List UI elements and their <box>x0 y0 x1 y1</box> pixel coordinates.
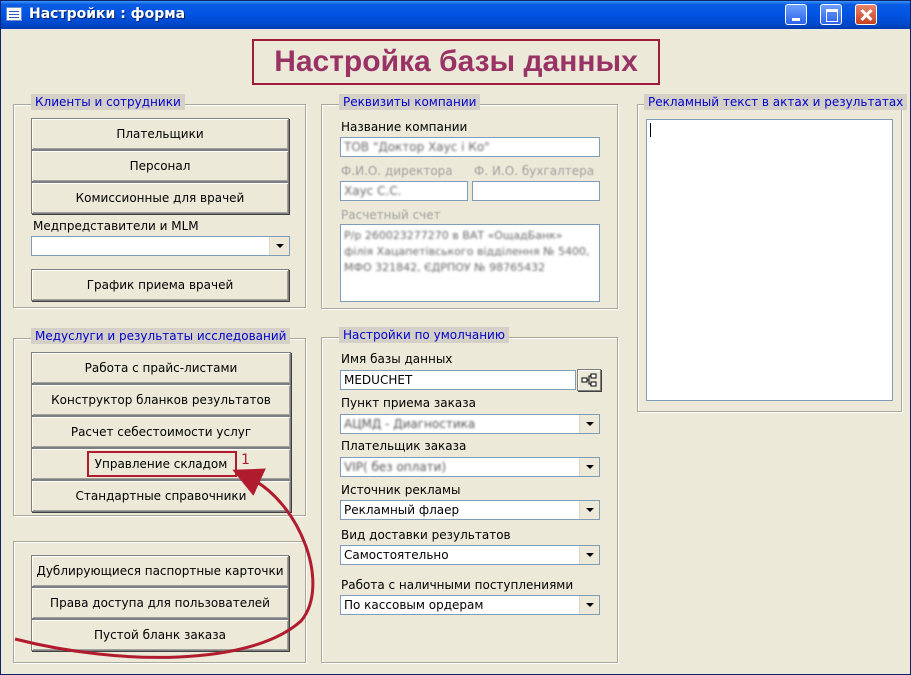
annotation-number: 1 <box>241 452 250 468</box>
payer-value: VIP( без оплати) <box>344 460 447 474</box>
ad-text-group-title: Рекламный текст в актах и результатах <box>644 94 908 110</box>
chevron-down-icon[interactable] <box>579 596 599 614</box>
ad-source-label: Источник рекламы <box>341 483 461 497</box>
delivery-label: Вид доставки результатов <box>341 528 511 542</box>
db-name-value: MEDUCHET <box>344 373 413 387</box>
director-label: Ф.И.О. директора <box>341 164 453 178</box>
page-heading: Настройка базы данных <box>274 45 638 78</box>
tree-icon <box>581 373 597 387</box>
ad-source-select[interactable]: Рекламный флаер <box>340 500 600 520</box>
form-icon[interactable] <box>6 7 22 21</box>
account-label: Расчетный счет <box>341 208 441 222</box>
db-name-field[interactable]: MEDUCHET <box>340 370 576 390</box>
defaults-group-title: Настройки по умолчанию <box>339 327 509 343</box>
doctor-commissions-button[interactable]: Комиссионные для врачей <box>31 182 289 214</box>
cash-value: По кассовым ордерам <box>344 598 484 612</box>
db-builder-button[interactable] <box>577 369 601 391</box>
staff-button[interactable]: Персонал <box>31 150 289 182</box>
company-name-field[interactable]: ТОВ "Доктор Хаус і Ко" <box>340 137 600 157</box>
doctor-schedule-button[interactable]: График приема врачей <box>31 269 289 301</box>
payer-label: Плательщик заказа <box>341 439 467 453</box>
company-name-value: ТОВ "Доктор Хаус і Ко" <box>344 140 490 154</box>
order-point-value: АЦМД - Диагностика <box>344 417 476 431</box>
services-group-title: Медуслуги и результаты исследований <box>31 328 291 344</box>
price-lists-button[interactable]: Работа с прайс-листами <box>31 352 291 384</box>
medrep-label: Медпредставители и MLM <box>33 219 199 233</box>
minimize-button[interactable] <box>785 4 807 25</box>
chevron-down-icon[interactable] <box>579 546 599 564</box>
cost-calculation-button[interactable]: Расчет себестоимости услуг <box>31 416 291 448</box>
medrep-select[interactable] <box>31 236 290 256</box>
order-point-select[interactable]: АЦМД - Диагностика <box>340 414 600 434</box>
chevron-down-icon[interactable] <box>269 237 289 255</box>
account-line: МФО 321842, ЄДРПОУ № 98765432 <box>344 261 546 274</box>
ad-text-field[interactable] <box>646 119 893 401</box>
duplicate-cards-button[interactable]: Дублирующиеся паспортные карточки <box>31 555 289 587</box>
text-caret <box>650 123 651 137</box>
page-heading-box: Настройка базы данных <box>252 39 660 85</box>
title-bar[interactable]: Настройки : форма <box>1 1 910 29</box>
director-field[interactable]: Хаус С.С. <box>340 181 468 201</box>
payers-button[interactable]: Плательщики <box>31 118 289 150</box>
chevron-down-icon[interactable] <box>579 415 599 433</box>
accountant-field[interactable] <box>472 181 600 201</box>
maximize-button[interactable] <box>820 4 842 25</box>
highlight-box <box>87 451 237 477</box>
chevron-down-icon[interactable] <box>579 501 599 519</box>
account-line: Р/р 260023277270 в ВАТ «ОщадБанк» <box>344 229 563 242</box>
director-value: Хаус С.С. <box>344 184 402 198</box>
cash-label: Работа с наличными поступлениями <box>341 578 574 592</box>
user-access-button[interactable]: Права доступа для пользователей <box>31 587 289 619</box>
order-point-label: Пункт приема заказа <box>341 396 476 410</box>
db-name-label: Имя базы данных <box>341 352 453 366</box>
ad-source-value: Рекламный флаер <box>344 503 460 517</box>
settings-window: Настройки : форма Настройка базы данных … <box>0 0 911 675</box>
result-forms-builder-button[interactable]: Конструктор бланков результатов <box>31 384 291 416</box>
payer-select[interactable]: VIP( без оплати) <box>340 457 600 477</box>
clients-group-title: Клиенты и сотрудники <box>31 94 185 110</box>
company-name-label: Название компании <box>341 120 468 134</box>
company-group-title: Реквизиты компании <box>339 94 481 110</box>
empty-order-form-button[interactable]: Пустой бланк заказа <box>31 619 289 651</box>
account-field[interactable]: Р/р 260023277270 в ВАТ «ОщадБанк» філія … <box>340 224 600 302</box>
delivery-select[interactable]: Самостоятельно <box>340 545 600 565</box>
window-title: Настройки : форма <box>29 6 186 22</box>
accountant-label: Ф. И.О. бухгалтера <box>474 164 595 178</box>
delivery-value: Самостоятельно <box>344 548 449 562</box>
close-button[interactable] <box>855 4 877 25</box>
chevron-down-icon[interactable] <box>579 458 599 476</box>
account-line: філія Хацапетівського відділення № 5400, <box>344 245 590 258</box>
standard-references-button[interactable]: Стандартные справочники <box>31 480 291 512</box>
cash-select[interactable]: По кассовым ордерам <box>340 595 600 615</box>
